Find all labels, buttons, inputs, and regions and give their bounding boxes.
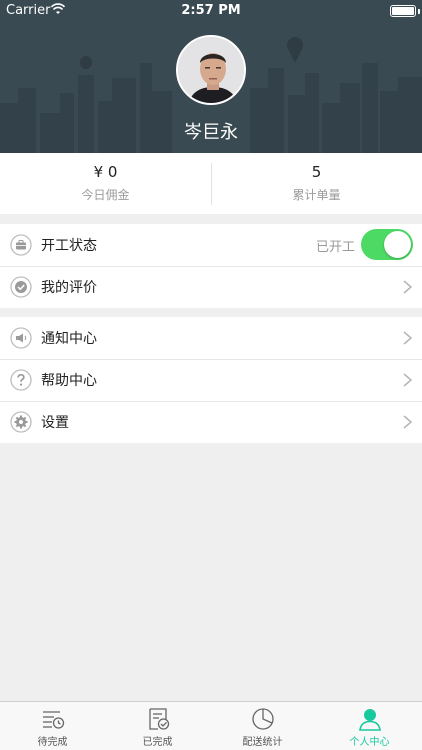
- user-name: 岑巨永: [184, 122, 238, 143]
- menu-group-work: 开工状态 已开工 我的评价: [0, 224, 422, 308]
- person-icon: [359, 709, 381, 731]
- status-bar: Carrier 2:57 PM: [0, 0, 422, 22]
- question-mark-icon: [10, 369, 32, 391]
- tab-personal-center-label: 个人中心: [349, 737, 390, 748]
- my-reviews-label: 我的评价: [41, 280, 97, 296]
- battery-tip: [418, 9, 420, 14]
- today-commission-label: 今日佣金: [81, 188, 130, 202]
- menu-group-support: 通知中心 帮助中心 设置: [0, 317, 422, 443]
- avatar[interactable]: [176, 35, 246, 105]
- total-orders-value: 5: [311, 163, 322, 181]
- pie-chart-icon: [252, 708, 274, 730]
- total-orders-stat: 5 累计单量: [211, 153, 422, 214]
- pending-list-icon: [43, 711, 65, 729]
- settings-label: 设置: [41, 415, 69, 431]
- work-status-toggle[interactable]: [361, 229, 413, 260]
- review-check-icon: [10, 276, 32, 298]
- total-orders-label: 累计单量: [292, 188, 341, 202]
- work-status-label: 开工状态: [41, 238, 97, 254]
- gear-icon: [10, 411, 32, 433]
- completed-list-icon: [149, 708, 170, 730]
- menu-item-work-status: 开工状态 已开工: [0, 224, 422, 266]
- tab-pending[interactable]: 待完成: [0, 702, 105, 750]
- tab-pending-label: 待完成: [37, 737, 68, 748]
- stats-panel: ¥ 0 今日佣金 5 累计单量: [0, 153, 422, 214]
- profile-header: Carrier 2:57 PM 岑巨永: [0, 0, 422, 153]
- briefcase-icon: [10, 234, 32, 256]
- notifications-label: 通知中心: [41, 331, 97, 347]
- tab-completed-label: 已完成: [142, 737, 173, 748]
- tab-delivery-stats-label: 配送统计: [242, 737, 283, 748]
- tab-completed[interactable]: 已完成: [105, 702, 210, 750]
- megaphone-icon: [10, 327, 32, 349]
- chevron-right-icon: [403, 331, 412, 345]
- work-status-value: 已开工: [315, 240, 355, 255]
- today-commission-value: ¥ 0: [93, 163, 118, 181]
- help-label: 帮助中心: [41, 373, 97, 389]
- today-commission-stat: ¥ 0 今日佣金: [0, 153, 211, 214]
- tab-bar: 待完成 已完成 配送统计 个人中心: [0, 701, 422, 750]
- tab-personal-center[interactable]: 个人中心: [317, 702, 422, 750]
- menu-item-notifications[interactable]: 通知中心: [0, 317, 422, 359]
- toggle-knob: [384, 231, 411, 258]
- menu-item-settings[interactable]: 设置: [0, 401, 422, 443]
- tab-delivery-stats[interactable]: 配送统计: [210, 702, 315, 750]
- menu-item-my-reviews[interactable]: 我的评价: [0, 266, 422, 308]
- chevron-right-icon: [403, 373, 412, 387]
- chevron-right-icon: [403, 415, 412, 429]
- battery-icon: [390, 5, 416, 17]
- menu-item-help[interactable]: 帮助中心: [0, 359, 422, 401]
- clock: 2:57 PM: [181, 3, 241, 18]
- chevron-right-icon: [403, 280, 412, 294]
